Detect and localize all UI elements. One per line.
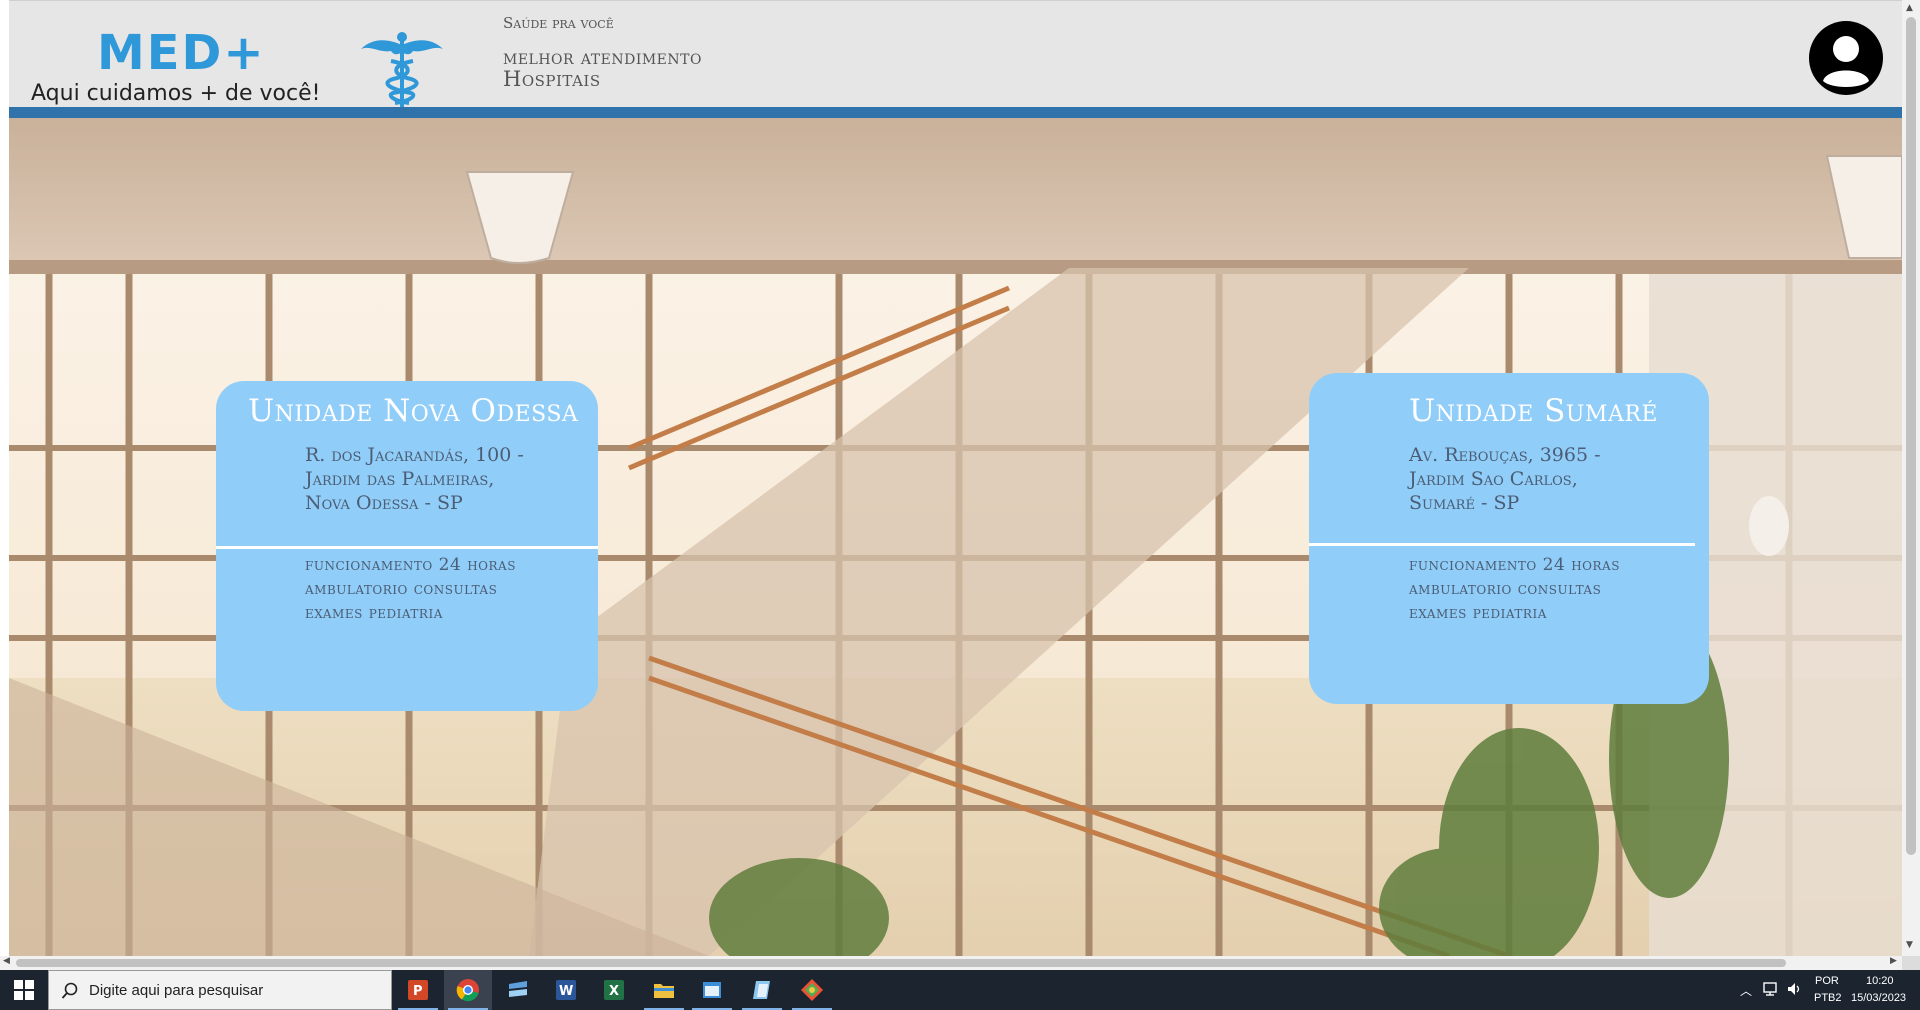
card-address-line: Av. Rebouças, 3965 - xyxy=(1409,444,1601,466)
taskbar-app-notepad[interactable] xyxy=(738,970,786,1010)
scroll-up-icon[interactable]: ▲ xyxy=(1906,3,1913,13)
unit-card-sumare[interactable]: Unidade Sumaré Av. Rebouças, 3965 - Jard… xyxy=(1309,373,1709,704)
notepad-icon xyxy=(753,981,770,999)
horizontal-scroll-thumb[interactable] xyxy=(16,959,1786,967)
excel-icon: X xyxy=(604,980,624,1000)
browser-viewport: MED+ Aqui cuidamos + de você! Saúde pra … xyxy=(0,0,1902,956)
taskbar-app-chrome[interactable] xyxy=(444,970,492,1010)
user-avatar-icon[interactable] xyxy=(1809,21,1883,95)
scroll-left-icon[interactable]: ◀ xyxy=(3,956,10,966)
clock-date[interactable]: 15/03/2023 xyxy=(1851,992,1906,1004)
header-accent-bar xyxy=(9,107,1902,118)
clock-time[interactable]: 10:20 xyxy=(1866,975,1894,987)
azure-data-studio-icon xyxy=(509,981,527,997)
unit-card-nova-odessa[interactable]: Unidade Nova Odessa R. dos Jacarandás, 1… xyxy=(216,381,598,711)
git-icon xyxy=(801,979,823,1001)
vertical-scrollbar[interactable]: ▲ ▼ xyxy=(1902,0,1920,956)
card-feature-line: exames pediatria xyxy=(1409,603,1547,623)
keyboard-layout[interactable]: PTB2 xyxy=(1814,992,1842,1004)
slogan-line1: melhor atendimento xyxy=(503,45,702,69)
scrollbar-corner xyxy=(1902,956,1920,970)
start-button[interactable] xyxy=(0,970,48,1010)
powerpoint-icon: P xyxy=(408,980,428,1000)
taskbar-app-file-explorer[interactable] xyxy=(640,970,688,1010)
scroll-down-icon[interactable]: ▼ xyxy=(1906,940,1913,950)
card-divider xyxy=(1309,543,1695,546)
windows-logo-icon xyxy=(14,980,34,1000)
card-address-line: Jardim das Palmeiras, xyxy=(305,468,495,490)
card-feature-line: ambulatorio consultas xyxy=(305,579,498,599)
card-feature-line: ambulatorio consultas xyxy=(1409,579,1602,599)
taskbar-app-git[interactable] xyxy=(788,970,836,1010)
windows-taskbar: Digite aqui para pesquisar P W X ︿ POR P… xyxy=(0,970,1920,1010)
card-feature-line: funcionamento 24 horas xyxy=(1409,555,1620,575)
input-language[interactable]: POR xyxy=(1815,975,1839,987)
taskbar-app-azure-data-studio[interactable] xyxy=(494,970,542,1010)
card-address-line: Nova Odessa - SP xyxy=(305,492,463,514)
show-hidden-icons-chevron-icon[interactable]: ︿ xyxy=(1740,982,1752,999)
taskbar-app-powerpoint[interactable]: P xyxy=(394,970,442,1010)
caduceus-icon xyxy=(361,32,443,109)
logo-wordmark[interactable]: MED+ xyxy=(97,29,266,77)
network-icon[interactable] xyxy=(1762,980,1780,998)
logo-tagline: Aqui cuidamos + de você! xyxy=(31,81,321,106)
file-explorer-icon xyxy=(654,984,674,998)
card-feature-line: funcionamento 24 horas xyxy=(305,555,516,575)
volume-icon[interactable] xyxy=(1786,980,1804,998)
card-address-line: R. dos Jacarandás, 100 - xyxy=(305,444,524,466)
svg-text:X: X xyxy=(609,984,619,999)
window-icon xyxy=(703,982,721,998)
vertical-scroll-thumb[interactable] xyxy=(1906,17,1916,855)
card-address-line: Sumaré - SP xyxy=(1409,492,1520,514)
svg-text:W: W xyxy=(559,984,573,999)
svg-text:P: P xyxy=(413,984,423,999)
word-icon: W xyxy=(556,980,576,1000)
card-feature-line: exames pediatria xyxy=(305,603,443,623)
horizontal-scrollbar[interactable]: ◀ ▶ xyxy=(0,956,1902,970)
hero-background: Unidade Nova Odessa R. dos Jacarandás, 1… xyxy=(9,118,1902,956)
taskbar-app-window[interactable] xyxy=(688,970,736,1010)
chrome-icon xyxy=(456,979,479,1002)
scroll-right-icon[interactable]: ▶ xyxy=(1890,956,1897,966)
slogan-line2: Hospitais xyxy=(503,67,601,91)
taskbar-search-input[interactable]: Digite aqui para pesquisar xyxy=(48,970,392,1010)
card-divider xyxy=(216,546,598,549)
card-address-line: Jardim Sao Carlos, xyxy=(1409,468,1578,490)
taskbar-app-excel[interactable]: X xyxy=(590,970,638,1010)
taskbar-app-word[interactable]: W xyxy=(542,970,590,1010)
card-title: Unidade Sumaré xyxy=(1409,393,1658,429)
slogan-small: Saúde pra você xyxy=(503,14,614,32)
card-title: Unidade Nova Odessa xyxy=(248,393,579,429)
site-header: MED+ Aqui cuidamos + de você! Saúde pra … xyxy=(9,0,1902,109)
search-placeholder: Digite aqui para pesquisar xyxy=(89,982,264,999)
search-icon xyxy=(61,982,78,999)
